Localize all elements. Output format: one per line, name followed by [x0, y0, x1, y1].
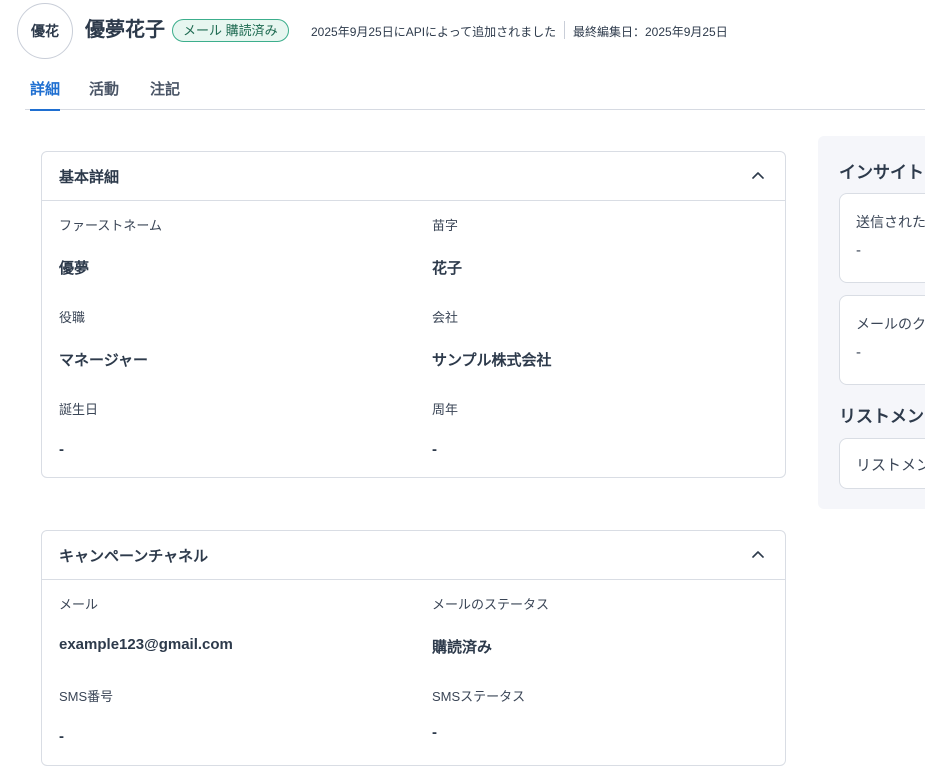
sms-status-label: SMSステータス — [432, 689, 526, 704]
email-label: メール — [59, 597, 99, 612]
basic-details-header[interactable]: 基本詳細 — [42, 152, 785, 201]
chevron-up-icon[interactable] — [749, 546, 767, 564]
job-title-label: 役職 — [59, 310, 86, 325]
email-status-field: メールのステータス 購読済み — [432, 594, 550, 656]
birthday-label: 誕生日 — [59, 402, 99, 417]
insight-card-label: 送信された — [856, 214, 925, 230]
email-field: メール example123@gmail.com — [59, 594, 233, 653]
campaign-channels-card: キャンペーンチャネル メール example123@gmail.com メールの… — [41, 530, 786, 766]
first-name-value: 優夢 — [59, 260, 90, 277]
insight-card-value: - — [856, 242, 861, 259]
job-title-value: マネージャー — [59, 352, 148, 369]
first-name-field: ファーストネーム 優夢 — [59, 215, 162, 277]
anniversary-value: - — [432, 441, 437, 458]
avatar: 優花 — [17, 3, 73, 59]
tab-notes[interactable]: 注記 — [150, 78, 180, 110]
added-info: 2025年9月25日にAPIによって追加されました — [311, 25, 557, 39]
last-name-field: 苗字 花子 — [432, 215, 462, 277]
email-value: example123@gmail.com — [59, 636, 233, 653]
insight-card-label: メールのク — [856, 316, 925, 332]
job-title-field: 役職 マネージャー — [59, 307, 148, 369]
insight-panel: インサイト 送信された - メールのク - リストメン リストメン — [818, 136, 925, 509]
sms-status-value: - — [432, 724, 437, 741]
birthday-field: 誕生日 - — [59, 399, 99, 458]
contact-header: 優花 優夢花子 メール 購読済み 2025年9月25日にAPIによって追加されま… — [0, 0, 925, 62]
contact-name: 優夢花子 — [85, 19, 165, 41]
list-membership-title: リストメン — [839, 407, 924, 426]
sms-number-label: SMS番号 — [59, 689, 114, 704]
last-name-value: 花子 — [432, 260, 463, 277]
list-membership-label: リストメン — [856, 457, 925, 474]
basic-details-card: 基本詳細 ファーストネーム 優夢 苗字 花子 役職 マネージャー 会社 サンプル… — [41, 151, 786, 478]
insight-card-clicks: メールのク - — [839, 295, 925, 385]
anniversary-field: 周年 - — [432, 399, 459, 458]
last-name-label: 苗字 — [432, 218, 459, 233]
sms-number-value: - — [59, 728, 64, 745]
insight-title: インサイト — [839, 163, 924, 182]
tab-bar: 詳細 活動 注記 — [25, 70, 925, 111]
chevron-up-icon[interactable] — [749, 167, 767, 185]
campaign-channels-title: キャンペーンチャネル — [59, 548, 209, 565]
tab-details[interactable]: 詳細 — [30, 78, 61, 111]
basic-details-title: 基本詳細 — [59, 169, 120, 186]
meta-divider — [564, 21, 565, 39]
insight-card-value: - — [856, 344, 861, 361]
insight-card-sent: 送信された - — [839, 193, 925, 283]
campaign-channels-header[interactable]: キャンペーンチャネル — [42, 531, 785, 580]
sms-status-field: SMSステータス - — [432, 686, 526, 741]
email-status-value: 購読済み — [432, 639, 493, 656]
list-membership-card[interactable]: リストメン — [839, 438, 925, 489]
tab-activity[interactable]: 活動 — [89, 78, 119, 110]
edited-info: 最終編集日：2025年9月25日 — [573, 25, 728, 39]
status-badge: メール 購読済み — [172, 19, 289, 42]
anniversary-label: 周年 — [432, 402, 459, 417]
company-field: 会社 サンプル株式会社 — [432, 307, 552, 369]
company-label: 会社 — [432, 310, 459, 325]
company-value: サンプル株式会社 — [432, 352, 552, 369]
sms-number-field: SMS番号 - — [59, 686, 114, 745]
birthday-value: - — [59, 441, 64, 458]
first-name-label: ファーストネーム — [59, 218, 162, 233]
email-status-label: メールのステータス — [432, 597, 550, 612]
